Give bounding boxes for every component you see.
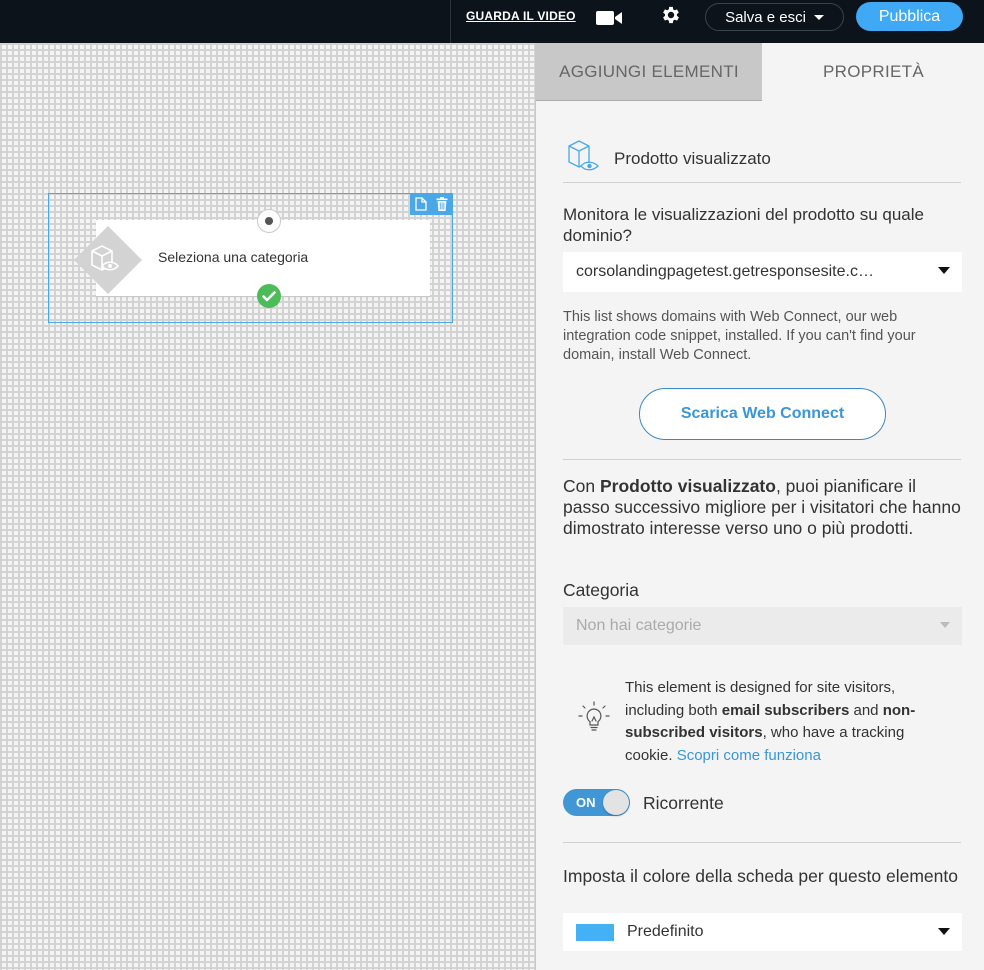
check-circle-icon[interactable] bbox=[257, 284, 281, 308]
grid-line bbox=[0, 642, 535, 643]
divider bbox=[563, 459, 961, 460]
node-toolbar bbox=[410, 193, 453, 215]
caret-down-icon bbox=[938, 928, 950, 935]
desc-bold: Prodotto visualizzato bbox=[599, 476, 776, 496]
grid-line bbox=[0, 906, 535, 907]
grid-line bbox=[198, 43, 199, 970]
grid-line bbox=[0, 576, 535, 577]
grid-line bbox=[66, 43, 67, 970]
caret-down-icon bbox=[940, 622, 950, 628]
trash-icon[interactable] bbox=[436, 197, 448, 211]
canvas-grid bbox=[0, 43, 535, 970]
product-viewed-icon bbox=[74, 226, 142, 294]
properties-panel: AGGIUNGI ELEMENTI PROPRIETÀ Prodotto vis… bbox=[535, 43, 984, 970]
divider bbox=[563, 842, 961, 843]
product-viewed-icon bbox=[568, 140, 599, 171]
tab-add-elements[interactable]: AGGIUNGI ELEMENTI bbox=[536, 43, 762, 101]
save-and-exit-label: Salva e esci bbox=[725, 8, 806, 26]
topbar-divider bbox=[450, 0, 451, 43]
domain-question: Monitora le visualizzazioni del prodotto… bbox=[563, 205, 924, 245]
grid-line bbox=[0, 708, 535, 709]
save-and-exit-button[interactable]: Salva e esci bbox=[705, 3, 844, 31]
caret-down-icon bbox=[938, 267, 950, 274]
element-description: Con Prodotto visualizzato, puoi pianific… bbox=[563, 476, 963, 539]
publish-button[interactable]: Pubblica bbox=[856, 2, 963, 31]
domain-help-text: This list shows domains with Web Connect… bbox=[563, 309, 916, 363]
grid-line bbox=[0, 180, 535, 181]
grid-line bbox=[330, 43, 331, 970]
watch-video-link[interactable]: GUARDA IL VIDEO bbox=[466, 9, 576, 23]
tip-part: and bbox=[849, 701, 883, 719]
grid-line bbox=[0, 43, 1, 970]
chevron-down-icon bbox=[813, 14, 824, 20]
gear-icon[interactable] bbox=[660, 4, 682, 26]
domain-select-value: corsolandingpagetest.getresponsesite.c… bbox=[576, 263, 874, 280]
top-bar: GUARDA IL VIDEO Salva e esci Pubblica bbox=[0, 0, 984, 43]
card-color-value: Predefinito bbox=[627, 923, 704, 940]
node-label: Seleziona una categoria bbox=[158, 249, 309, 265]
recurring-label: Ricorrente bbox=[643, 793, 724, 813]
learn-more-link[interactable]: Scopri come funziona bbox=[677, 747, 821, 764]
card-color-select[interactable]: Predefinito bbox=[563, 913, 962, 951]
category-select-placeholder: Non hai categorie bbox=[576, 617, 702, 634]
tab-properties[interactable]: PROPRIETÀ bbox=[762, 43, 984, 101]
grid-line bbox=[132, 43, 133, 970]
divider bbox=[563, 182, 961, 183]
grid-line bbox=[0, 48, 535, 49]
grid-line bbox=[0, 840, 535, 841]
domain-select[interactable]: corsolandingpagetest.getresponsesite.c… bbox=[563, 252, 962, 292]
video-camera-icon[interactable] bbox=[595, 9, 623, 27]
download-web-connect-button[interactable]: Scarica Web Connect bbox=[639, 388, 886, 440]
recurring-toggle[interactable]: ON bbox=[563, 789, 630, 816]
grid-line bbox=[0, 774, 535, 775]
desc-prefix: Con bbox=[563, 476, 600, 496]
grid-line bbox=[396, 43, 397, 970]
grid-line bbox=[528, 43, 529, 970]
color-swatch bbox=[576, 923, 614, 941]
grid-line bbox=[0, 444, 535, 445]
workflow-canvas[interactable]: Seleziona una categoria bbox=[0, 43, 535, 970]
node-input-connector[interactable] bbox=[257, 209, 281, 233]
grid-line bbox=[0, 114, 535, 115]
grid-line bbox=[0, 378, 535, 379]
panel-title: Prodotto visualizzato bbox=[614, 149, 771, 168]
grid-line bbox=[264, 43, 265, 970]
card-color-label: Imposta il colore della scheda per quest… bbox=[563, 866, 958, 886]
category-label: Categoria bbox=[563, 580, 639, 600]
toggle-knob bbox=[603, 790, 629, 815]
grid-line bbox=[462, 43, 463, 970]
lightbulb-icon bbox=[578, 701, 610, 731]
tip-text: This element is designed for site visito… bbox=[625, 677, 943, 767]
grid-line bbox=[0, 510, 535, 511]
category-select[interactable]: Non hai categorie bbox=[563, 607, 962, 645]
copy-icon[interactable] bbox=[415, 197, 427, 211]
toggle-state-label: ON bbox=[576, 795, 596, 810]
tip-bold: email subscribers bbox=[721, 701, 850, 719]
